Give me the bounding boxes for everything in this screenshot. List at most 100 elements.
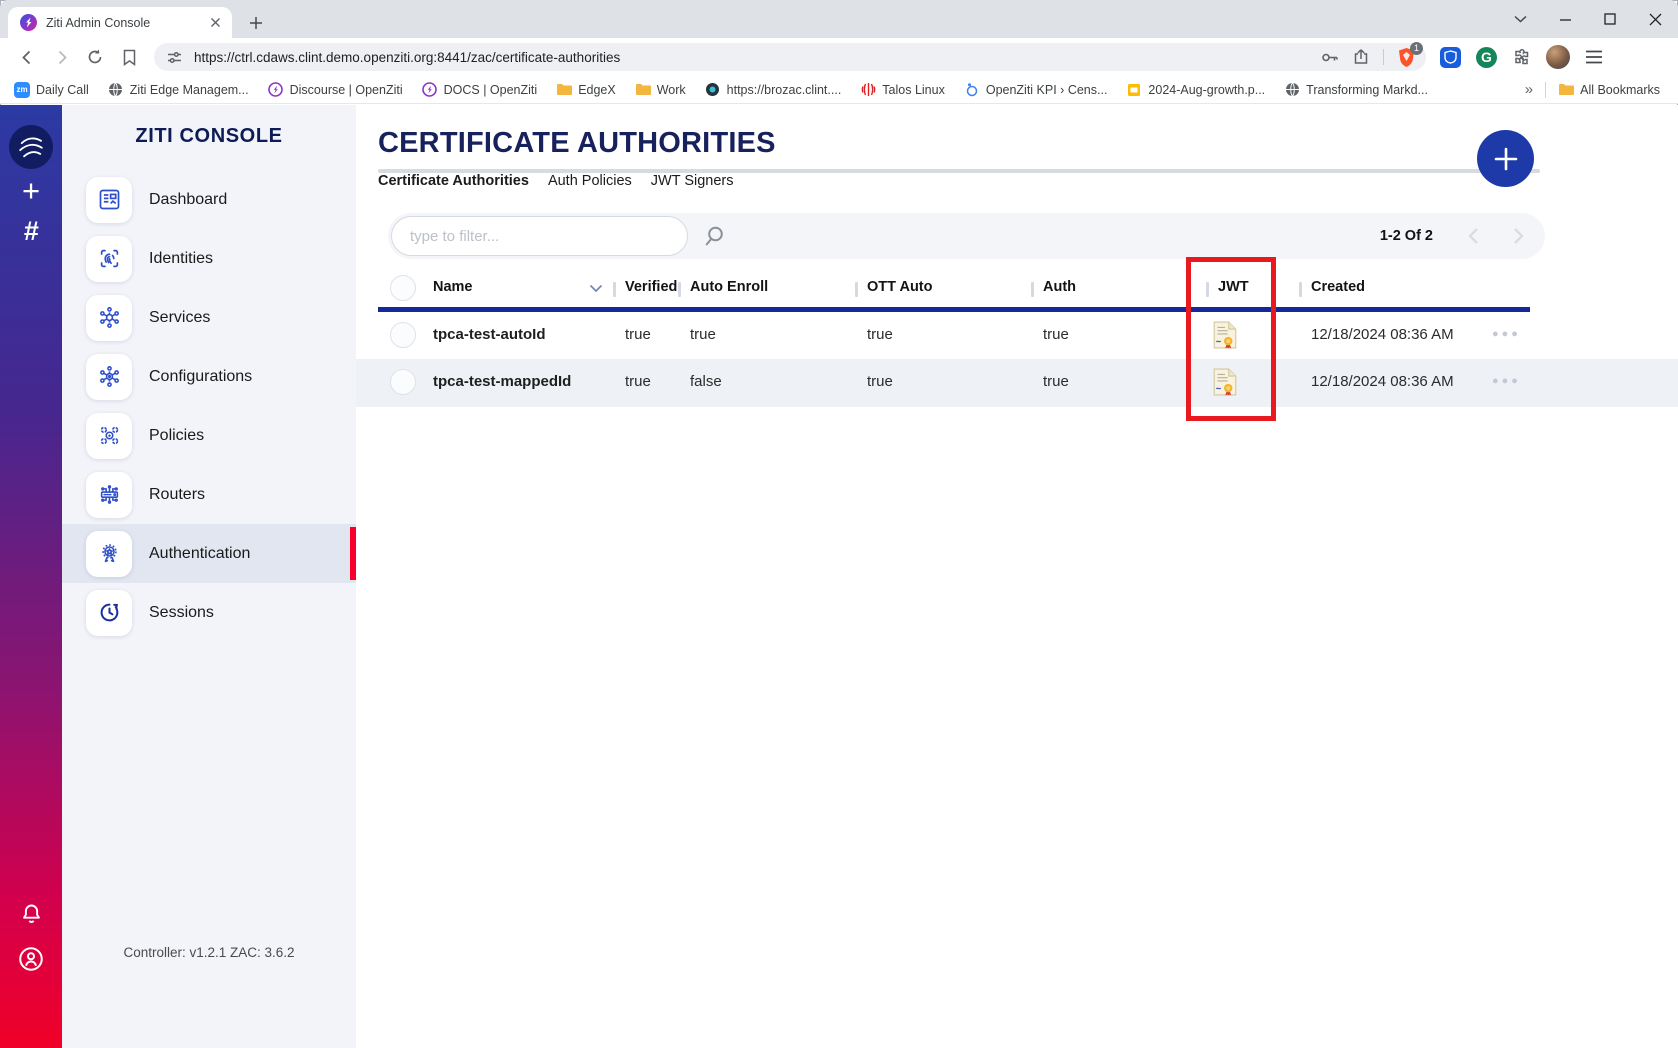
sort-chevron-down-icon[interactable]: [589, 284, 603, 293]
page-next-icon[interactable]: [1513, 227, 1525, 245]
sidebar-item-sessions[interactable]: Sessions: [62, 583, 356, 642]
sidebar: ZITI CONSOLE Dashboard Identities: [62, 105, 356, 1048]
column-header-verified[interactable]: Verified: [625, 279, 677, 295]
cell-verified: true: [625, 373, 651, 390]
tab-jwt-signers[interactable]: JWT Signers: [651, 173, 734, 189]
sidebar-item-label: Configurations: [149, 368, 252, 386]
column-header-created[interactable]: Created: [1311, 279, 1365, 295]
tab-search-icon[interactable]: [1511, 10, 1529, 28]
profile-avatar[interactable]: [1546, 45, 1570, 69]
all-bookmarks-label: All Bookmarks: [1580, 83, 1660, 97]
extensions-puzzle-icon[interactable]: [1512, 48, 1531, 67]
bookmark-daily-call[interactable]: zm Daily Call: [14, 82, 89, 98]
bookmark-label: Transforming Markd...: [1306, 83, 1428, 97]
jwt-certificate-icon[interactable]: [1213, 321, 1237, 349]
sidebar-item-label: Identities: [149, 250, 213, 268]
window-controls: [1511, 0, 1664, 38]
sidebar-item-identities[interactable]: Identities: [62, 229, 356, 288]
zac-app: + # ZITI CONSOLE Dashboard: [0, 105, 1678, 1048]
tab-certificate-authorities[interactable]: Certificate Authorities: [378, 173, 529, 189]
new-tab-button[interactable]: [244, 11, 268, 35]
bookmark-ziti-edge[interactable]: Ziti Edge Managem...: [108, 82, 249, 98]
bookmark-folder-work[interactable]: Work: [635, 82, 686, 98]
table-row[interactable]: tpca-test-autoId true true true true 12/…: [356, 312, 1678, 359]
column-separator: [678, 282, 681, 297]
notifications-bell-icon[interactable]: [0, 898, 62, 930]
site-settings-icon[interactable]: [166, 49, 183, 66]
add-certificate-authority-button[interactable]: [1477, 130, 1534, 187]
sidebar-title: ZITI CONSOLE: [62, 125, 356, 148]
ziti-favicon-icon: [20, 14, 37, 31]
bookmark-folder-edgex[interactable]: EdgeX: [556, 82, 616, 98]
page-title: CERTIFICATE AUTHORITIES: [378, 127, 776, 160]
maximize-icon[interactable]: [1601, 10, 1619, 28]
ziti-logo-icon[interactable]: [9, 125, 53, 169]
grammarly-icon[interactable]: G: [1476, 47, 1497, 68]
column-header-auto-enroll[interactable]: Auto Enroll: [690, 279, 768, 295]
browser-tab[interactable]: Ziti Admin Console: [8, 7, 232, 38]
sidebar-item-services[interactable]: Services: [62, 288, 356, 347]
rail-add-button[interactable]: +: [0, 173, 62, 209]
shield-badge: 1: [1410, 42, 1423, 55]
forward-icon[interactable]: [48, 44, 74, 70]
bookmark-openziti-kpi[interactable]: OpenZiti KPI › Cens...: [964, 82, 1108, 98]
column-header-ott-auto[interactable]: OTT Auto: [867, 279, 933, 295]
screen: { "browser": { "tab_title": "Ziti Admin …: [0, 0, 1678, 1048]
authentication-award-icon: [86, 531, 132, 577]
column-separator: [1031, 282, 1034, 297]
row-checkbox[interactable]: [390, 322, 416, 348]
bookmarks-overflow-chevron-icon[interactable]: »: [1525, 81, 1533, 98]
bookmark-talos-linux[interactable]: Talos Linux: [860, 82, 945, 98]
sidebar-item-configurations[interactable]: Configurations: [62, 347, 356, 406]
close-icon[interactable]: [1646, 10, 1664, 28]
openziti-icon: [422, 82, 438, 98]
bookmark-docs-openziti[interactable]: DOCS | OpenZiti: [422, 82, 538, 98]
column-header-name[interactable]: Name: [433, 279, 473, 295]
reload-icon[interactable]: [82, 44, 108, 70]
column-header-auth[interactable]: Auth: [1043, 279, 1076, 295]
row-checkbox[interactable]: [390, 369, 416, 395]
row-actions-button[interactable]: ●●●: [1492, 375, 1521, 387]
search-icon[interactable]: [701, 223, 727, 249]
table-row[interactable]: tpca-test-mappedId true false true true …: [356, 359, 1678, 407]
minimize-icon[interactable]: [1556, 10, 1574, 28]
sidebar-item-label: Authentication: [149, 545, 250, 563]
filter-input[interactable]: [391, 216, 688, 256]
rail-hash-button[interactable]: #: [0, 213, 62, 249]
sidebar-item-dashboard[interactable]: Dashboard: [62, 170, 356, 229]
profile-icon[interactable]: [0, 942, 62, 976]
bookmark-transforming-markd[interactable]: Transforming Markd...: [1284, 82, 1428, 98]
browser-toolbar: https://ctrl.cdaws.clint.demo.openziti.o…: [0, 38, 1678, 76]
tab-close-icon[interactable]: [207, 14, 224, 31]
jwt-certificate-icon[interactable]: [1213, 368, 1237, 396]
page-prev-icon[interactable]: [1467, 227, 1479, 245]
address-bar[interactable]: https://ctrl.cdaws.clint.demo.openziti.o…: [154, 43, 1426, 71]
cell-name: tpca-test-autoId: [433, 326, 546, 343]
all-bookmarks-button[interactable]: All Bookmarks: [1558, 82, 1660, 98]
share-icon[interactable]: [1352, 48, 1370, 66]
bookmark-discourse-openziti[interactable]: Discourse | OpenZiti: [268, 82, 403, 98]
bookmark-label: Discourse | OpenZiti: [290, 83, 403, 97]
bookmark-label: EdgeX: [578, 83, 616, 97]
sidebar-item-policies[interactable]: Policies: [62, 406, 356, 465]
sidebar-item-routers[interactable]: Routers: [62, 465, 356, 524]
bookmark-brozac[interactable]: https://brozac.clint....: [705, 82, 842, 98]
tab-title: Ziti Admin Console: [46, 16, 207, 30]
tab-auth-policies[interactable]: Auth Policies: [548, 173, 632, 189]
bookmark-label: DOCS | OpenZiti: [444, 83, 538, 97]
row-actions-button[interactable]: ●●●: [1492, 328, 1521, 340]
column-separator: [1299, 282, 1302, 297]
sidebar-item-authentication[interactable]: Authentication: [62, 524, 356, 583]
column-header-jwt[interactable]: JWT: [1218, 279, 1249, 295]
password-key-icon[interactable]: [1320, 48, 1339, 67]
back-icon[interactable]: [14, 44, 40, 70]
browser-menu-icon[interactable]: [1585, 50, 1603, 64]
brave-shield-icon[interactable]: 1: [1397, 47, 1416, 68]
bitwarden-icon[interactable]: [1440, 47, 1461, 68]
column-separator: [855, 282, 858, 297]
bookmark-page-icon[interactable]: [116, 44, 142, 70]
select-all-checkbox[interactable]: [390, 275, 416, 301]
cell-created: 12/18/2024 08:36 AM: [1311, 326, 1454, 343]
cell-name: tpca-test-mappedId: [433, 373, 571, 390]
bookmark-2024-aug-growth[interactable]: 2024-Aug-growth.p...: [1126, 82, 1265, 98]
